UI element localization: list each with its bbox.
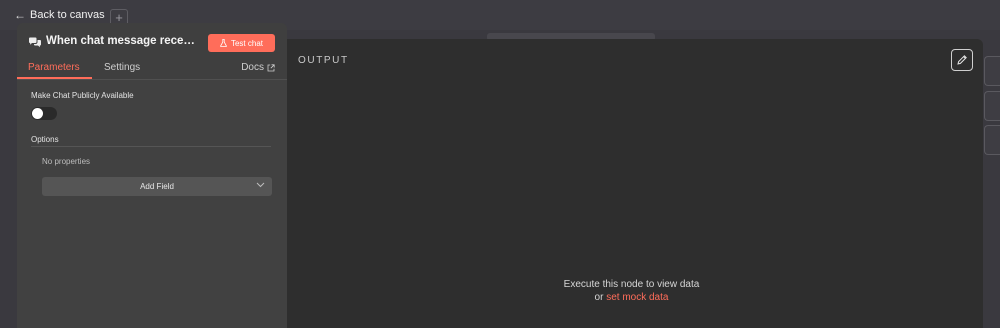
docs-label: Docs <box>241 62 264 73</box>
add-field-label: Add Field <box>140 182 174 191</box>
tab-settings[interactable]: Settings <box>104 62 140 73</box>
output-panel: OUTPUT Execute this node to view data or… <box>280 39 983 328</box>
tab-parameters[interactable]: Parameters <box>28 62 80 73</box>
make-public-label: Make Chat Publicly Available <box>31 91 134 100</box>
empty-output-message: Execute this node to view data or set mo… <box>280 278 983 304</box>
docs-link[interactable]: Docs <box>241 62 275 73</box>
side-control-1[interactable] <box>984 56 1000 86</box>
node-title: When chat message recei... <box>46 35 196 47</box>
test-chat-button[interactable]: Test chat <box>208 34 275 52</box>
output-heading: OUTPUT <box>298 55 349 66</box>
active-tab-indicator <box>17 77 92 79</box>
or-text: or <box>594 292 604 303</box>
make-public-toggle[interactable] <box>31 107 57 120</box>
side-control-3[interactable] <box>984 125 1000 155</box>
flask-icon <box>220 39 227 47</box>
add-field-dropdown[interactable]: Add Field <box>42 177 272 196</box>
node-tabs: Parameters Settings Docs <box>17 59 287 80</box>
test-chat-label: Test chat <box>230 38 263 48</box>
no-properties-text: No properties <box>42 157 91 166</box>
toggle-knob <box>32 108 43 119</box>
back-to-canvas-label: Back to canvas <box>30 9 105 21</box>
pencil-icon <box>957 55 967 65</box>
chat-bubbles-icon <box>29 37 41 48</box>
chevron-down-icon <box>256 182 265 188</box>
external-link-icon <box>267 63 275 71</box>
back-to-canvas-link[interactable]: ← Back to canvas <box>14 7 105 23</box>
edit-output-button[interactable] <box>951 49 973 71</box>
options-divider <box>31 146 271 147</box>
arrow-left-icon: ← <box>14 8 26 22</box>
side-control-2[interactable] <box>984 91 1000 121</box>
execute-hint: Execute this node to view data <box>563 279 700 290</box>
node-parameters-panel: When chat message recei... Test chat Par… <box>17 23 287 328</box>
options-label: Options <box>31 135 59 144</box>
set-mock-data-link[interactable]: set mock data <box>606 292 668 303</box>
